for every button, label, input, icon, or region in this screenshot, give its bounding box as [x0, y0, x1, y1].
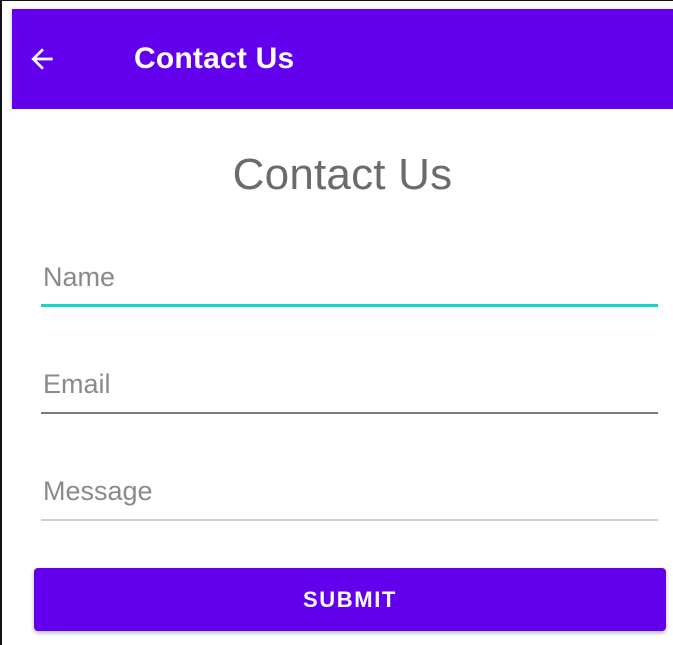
- contact-form-container: Contact Us SUBMIT: [12, 109, 673, 645]
- contact-screen: Contact Us Contact Us SUBMIT: [0, 0, 673, 645]
- name-field: [41, 255, 658, 307]
- name-input[interactable]: [41, 255, 658, 299]
- page-title: Contact Us: [232, 150, 453, 199]
- name-underline: [41, 304, 658, 307]
- app-bar-title: Contact Us: [134, 42, 295, 75]
- message-input[interactable]: [41, 469, 658, 513]
- submit-button[interactable]: SUBMIT: [34, 568, 666, 631]
- email-input[interactable]: [41, 362, 658, 406]
- arrow-back-icon: [31, 48, 53, 70]
- email-underline: [41, 412, 658, 414]
- back-button[interactable]: [2, 9, 84, 109]
- email-field: [41, 362, 658, 414]
- app-bar: Contact Us: [12, 9, 673, 109]
- message-field: [41, 469, 658, 521]
- message-underline: [41, 519, 658, 521]
